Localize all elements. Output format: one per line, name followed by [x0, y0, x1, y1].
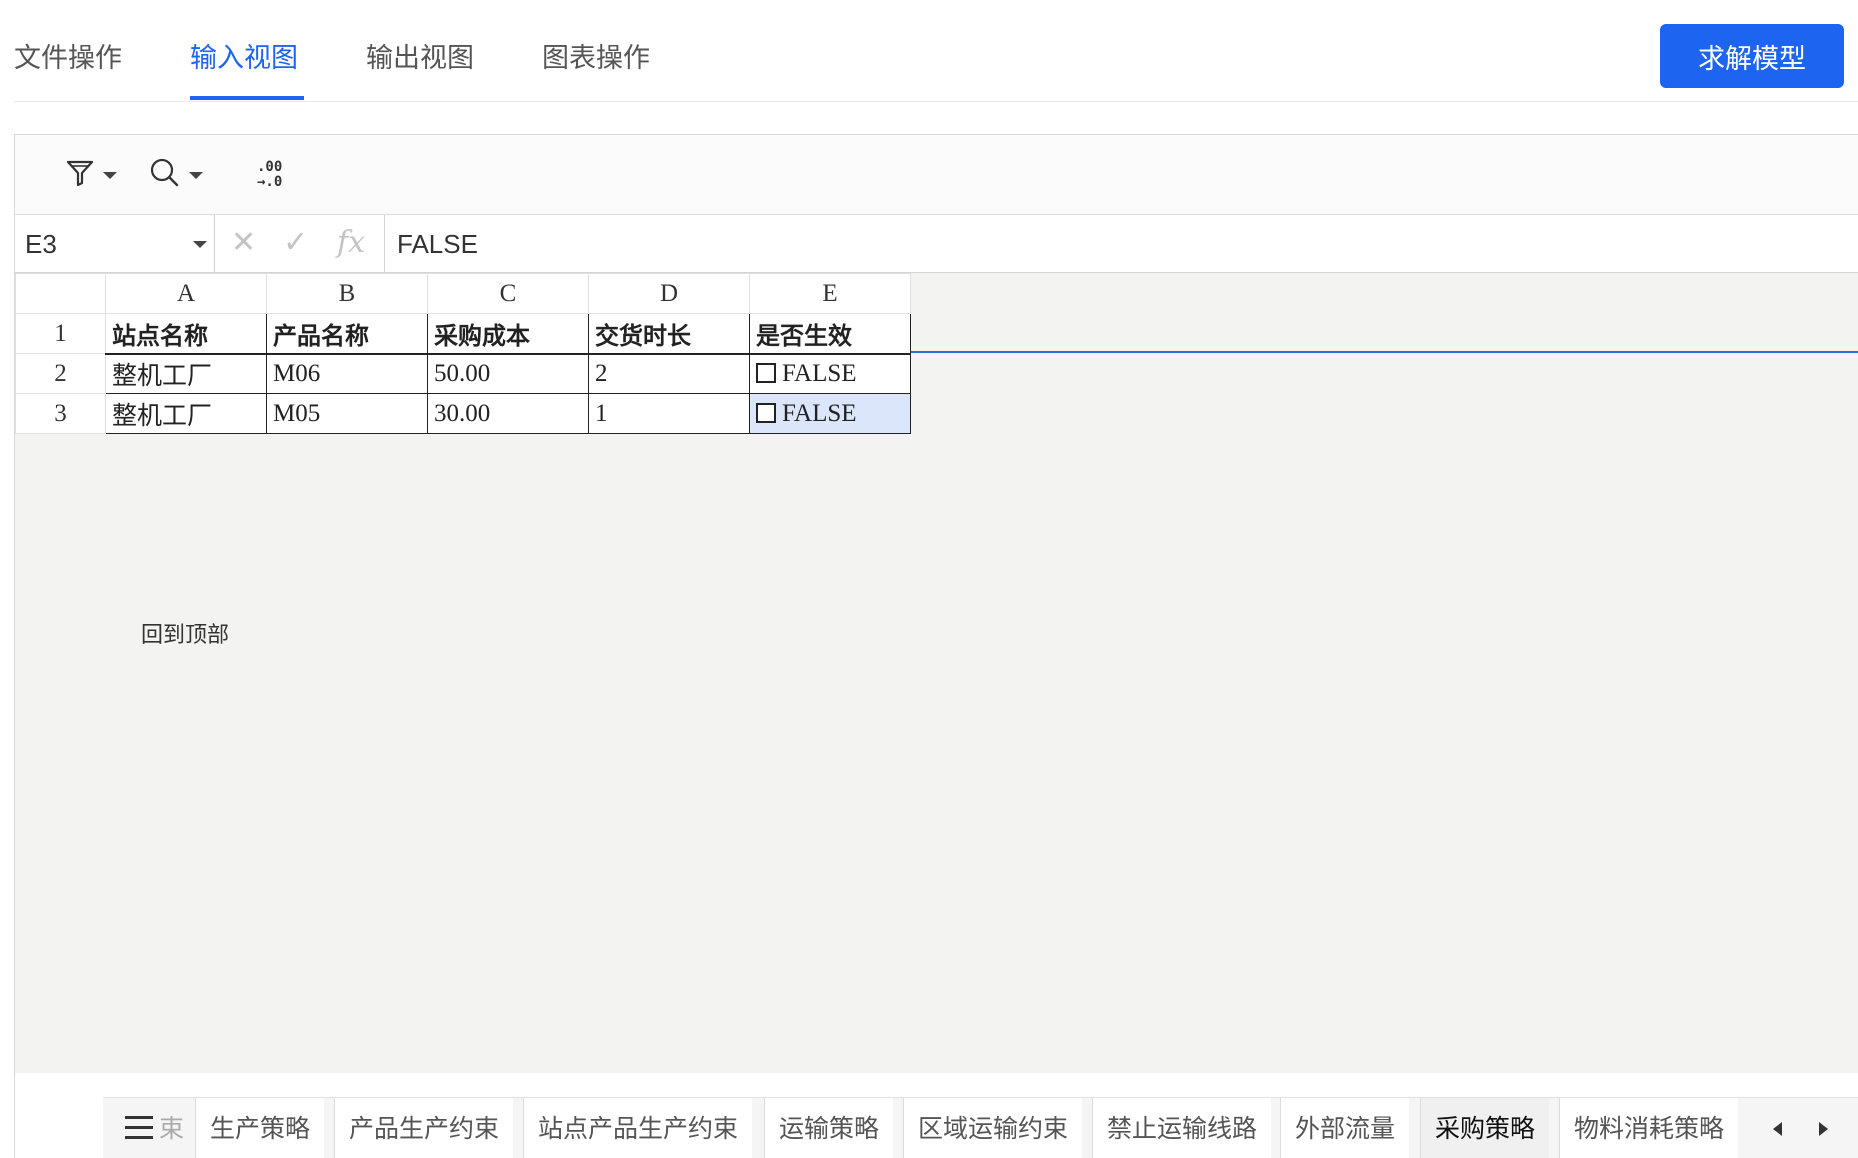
grid-cell[interactable]: 2: [588, 353, 750, 394]
formula-bar: ✕ ✓ fx: [15, 215, 1858, 273]
sheet-tab[interactable]: 区域运输约束: [903, 1098, 1083, 1158]
back-to-top-link[interactable]: 回到顶部: [141, 617, 229, 649]
sheet-tab[interactable]: 物料消耗策略: [1559, 1098, 1739, 1158]
grid-cell[interactable]: 整机工厂: [105, 353, 267, 394]
grid-area[interactable]: A B C D E 1 站点名称 产品名称 采购成本 交货时长 是否生效 2 整…: [15, 273, 1858, 1073]
checkbox-label: FALSE: [782, 359, 857, 387]
table-row: 2 整机工厂 M06 50.00 2 FALSE: [15, 353, 911, 394]
solve-model-button[interactable]: 求解模型: [1660, 24, 1844, 88]
sheet-tabs-bar: 束 生产策略 产品生产约束 站点产品生产约束 运输策略 区域运输约束 禁止运输线…: [103, 1097, 1858, 1158]
column-header[interactable]: A: [105, 273, 267, 314]
chevron-down-icon[interactable]: [193, 241, 207, 248]
sheet-tab[interactable]: 产品生产约束: [334, 1098, 514, 1158]
grid-cell[interactable]: 产品名称: [266, 313, 428, 355]
scroll-left-icon[interactable]: [1773, 1122, 1782, 1136]
chevron-down-icon: [189, 171, 203, 179]
checkbox[interactable]: [756, 402, 776, 423]
table-row: 3 整机工厂 M05 30.00 1 FALSE: [15, 393, 911, 434]
filter-icon: [65, 158, 95, 192]
tab-output-view[interactable]: 输出视图: [366, 36, 474, 75]
sheet-tab-partial[interactable]: 束: [153, 1098, 190, 1158]
filter-button[interactable]: [65, 153, 117, 197]
top-navigation: 文件操作 输入视图 输出视图 图表操作: [14, 0, 1858, 102]
row-header[interactable]: 2: [15, 353, 106, 394]
formula-controls: ✕ ✓ fx: [215, 215, 385, 273]
sheet-tab[interactable]: 站点产品生产约束: [523, 1098, 753, 1158]
search-button[interactable]: [149, 153, 203, 197]
active-tab-indicator: [190, 96, 304, 100]
sheet-toolbar: .00 →.0: [15, 135, 1858, 215]
grid-cell[interactable]: 整机工厂: [105, 393, 267, 434]
grid-cell[interactable]: 30.00: [427, 393, 589, 434]
formula-input[interactable]: [397, 227, 1797, 261]
column-header[interactable]: C: [427, 273, 589, 314]
tab-chart-operations[interactable]: 图表操作: [542, 36, 650, 75]
grid-cell[interactable]: M05: [266, 393, 428, 434]
tab-file-operations[interactable]: 文件操作: [14, 36, 122, 75]
decimal-format-button[interactable]: .00 →.0: [257, 153, 282, 197]
grid-cell[interactable]: 是否生效: [749, 313, 911, 355]
cell-reference-input[interactable]: [25, 227, 175, 261]
function-icon[interactable]: fx: [337, 225, 365, 260]
column-header[interactable]: B: [266, 273, 428, 314]
sheet-tab[interactable]: 外部流量: [1280, 1098, 1410, 1158]
checkbox[interactable]: [756, 362, 776, 383]
sheet-tab[interactable]: 生产策略: [195, 1098, 325, 1158]
grid-cell[interactable]: 站点名称: [105, 313, 267, 355]
spreadsheet: .00→.0 ✕ ✓ fx A B C D E 1 站点: [14, 134, 1858, 1158]
table-row: 1 站点名称 产品名称 采购成本 交货时长 是否生效: [15, 313, 911, 355]
column-header[interactable]: D: [588, 273, 750, 314]
grid-cell[interactable]: FALSE: [749, 353, 911, 394]
grid-cell[interactable]: 50.00: [427, 353, 589, 394]
checkbox-label: FALSE: [782, 399, 857, 427]
cancel-icon[interactable]: ✕: [231, 225, 256, 260]
confirm-icon[interactable]: ✓: [283, 225, 308, 260]
decimal-format-icon: .00 →.0: [257, 159, 283, 190]
grid-cell[interactable]: 交货时长: [588, 313, 750, 355]
grid-cell[interactable]: 采购成本: [427, 313, 589, 355]
grid-cell[interactable]: M06: [266, 353, 428, 394]
grid-corner[interactable]: [15, 273, 106, 314]
grid-cell[interactable]: 1: [588, 393, 750, 434]
sheet-tab[interactable]: 禁止运输线路: [1092, 1098, 1272, 1158]
chevron-down-icon: [103, 171, 117, 179]
row-header[interactable]: 3: [15, 393, 106, 434]
name-box: [15, 215, 215, 273]
data-grid: A B C D E 1 站点名称 产品名称 采购成本 交货时长 是否生效 2 整…: [15, 273, 911, 434]
sheet-tab-active[interactable]: 采购策略: [1420, 1098, 1550, 1158]
scroll-right-icon[interactable]: [1819, 1122, 1828, 1136]
row-header[interactable]: 1: [15, 313, 106, 354]
column-header[interactable]: E: [749, 273, 911, 314]
search-icon: [149, 157, 181, 193]
sheet-tab[interactable]: 运输策略: [764, 1098, 894, 1158]
grid-cell-selected[interactable]: FALSE: [749, 393, 911, 434]
tab-input-view[interactable]: 输入视图: [190, 36, 298, 75]
menu-icon[interactable]: [125, 1116, 153, 1140]
